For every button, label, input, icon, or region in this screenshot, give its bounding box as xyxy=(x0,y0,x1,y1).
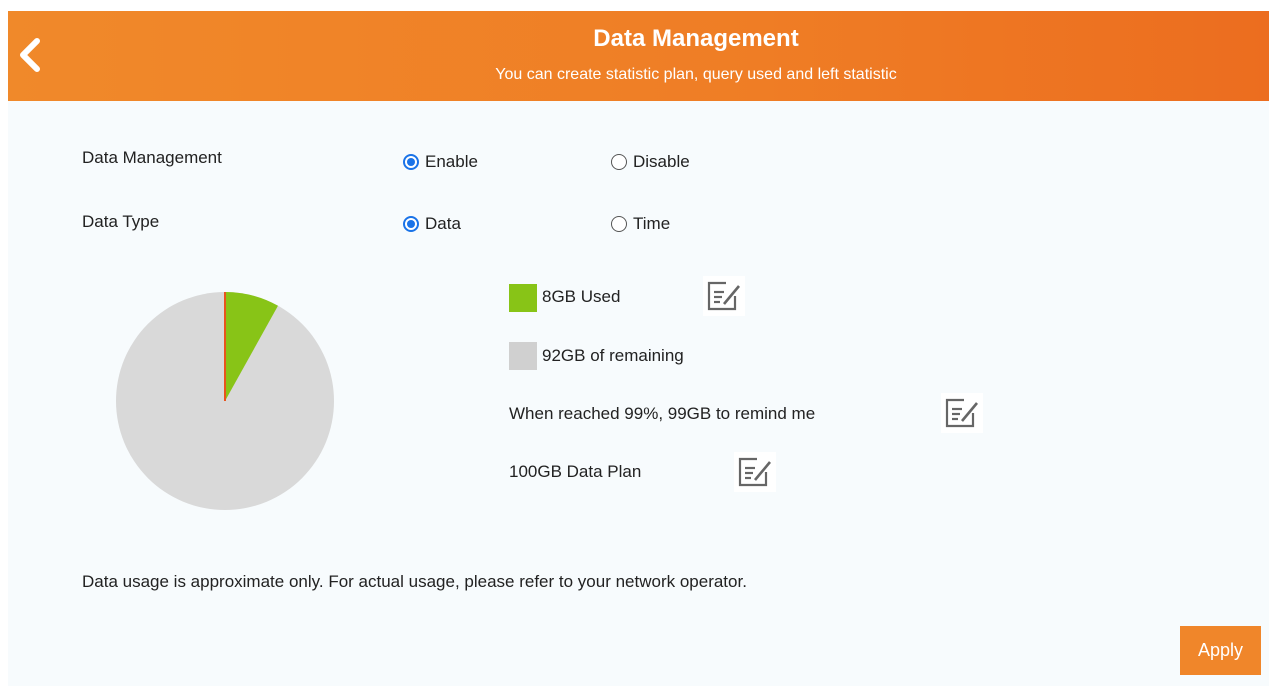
plan-label: 100GB Data Plan xyxy=(509,462,642,481)
radio-data-label: Data xyxy=(425,214,461,233)
data-management-label: Data Management xyxy=(82,148,222,167)
radio-disable-indicator[interactable] xyxy=(611,154,627,170)
radio-enable-label: Enable xyxy=(425,152,478,171)
radio-time[interactable]: Time xyxy=(611,214,670,234)
radio-enable[interactable]: Enable xyxy=(403,152,478,172)
edit-icon xyxy=(707,281,740,311)
page-header: Data Management You can create statistic… xyxy=(8,11,1269,101)
usage-pie-chart xyxy=(116,292,334,510)
used-label: 8GB Used xyxy=(542,287,621,306)
edit-used-button[interactable] xyxy=(703,276,745,316)
radio-disable[interactable]: Disable xyxy=(611,152,690,172)
remaining-label: 92GB of remaining xyxy=(542,346,684,365)
data-type-label: Data Type xyxy=(82,212,160,231)
remind-label: When reached 99%, 99GB to remind me xyxy=(509,404,816,423)
edit-plan-button[interactable] xyxy=(734,452,776,492)
used-swatch xyxy=(509,284,537,312)
radio-time-label: Time xyxy=(633,214,671,233)
edit-icon xyxy=(945,398,978,428)
radio-enable-indicator[interactable] xyxy=(403,154,419,170)
page-subtitle: You can create statistic plan, query use… xyxy=(495,66,897,83)
apply-button[interactable]: Apply xyxy=(1180,626,1261,675)
edit-remind-button[interactable] xyxy=(941,393,983,433)
usage-disclaimer: Data usage is approximate only. For actu… xyxy=(82,572,747,591)
radio-disable-label: Disable xyxy=(633,152,690,171)
radio-data[interactable]: Data xyxy=(403,214,461,234)
radio-time-indicator[interactable] xyxy=(611,216,627,232)
page-title: Data Management xyxy=(593,25,799,52)
remaining-swatch xyxy=(509,342,537,370)
edit-icon xyxy=(738,457,771,487)
radio-data-indicator[interactable] xyxy=(403,216,419,232)
